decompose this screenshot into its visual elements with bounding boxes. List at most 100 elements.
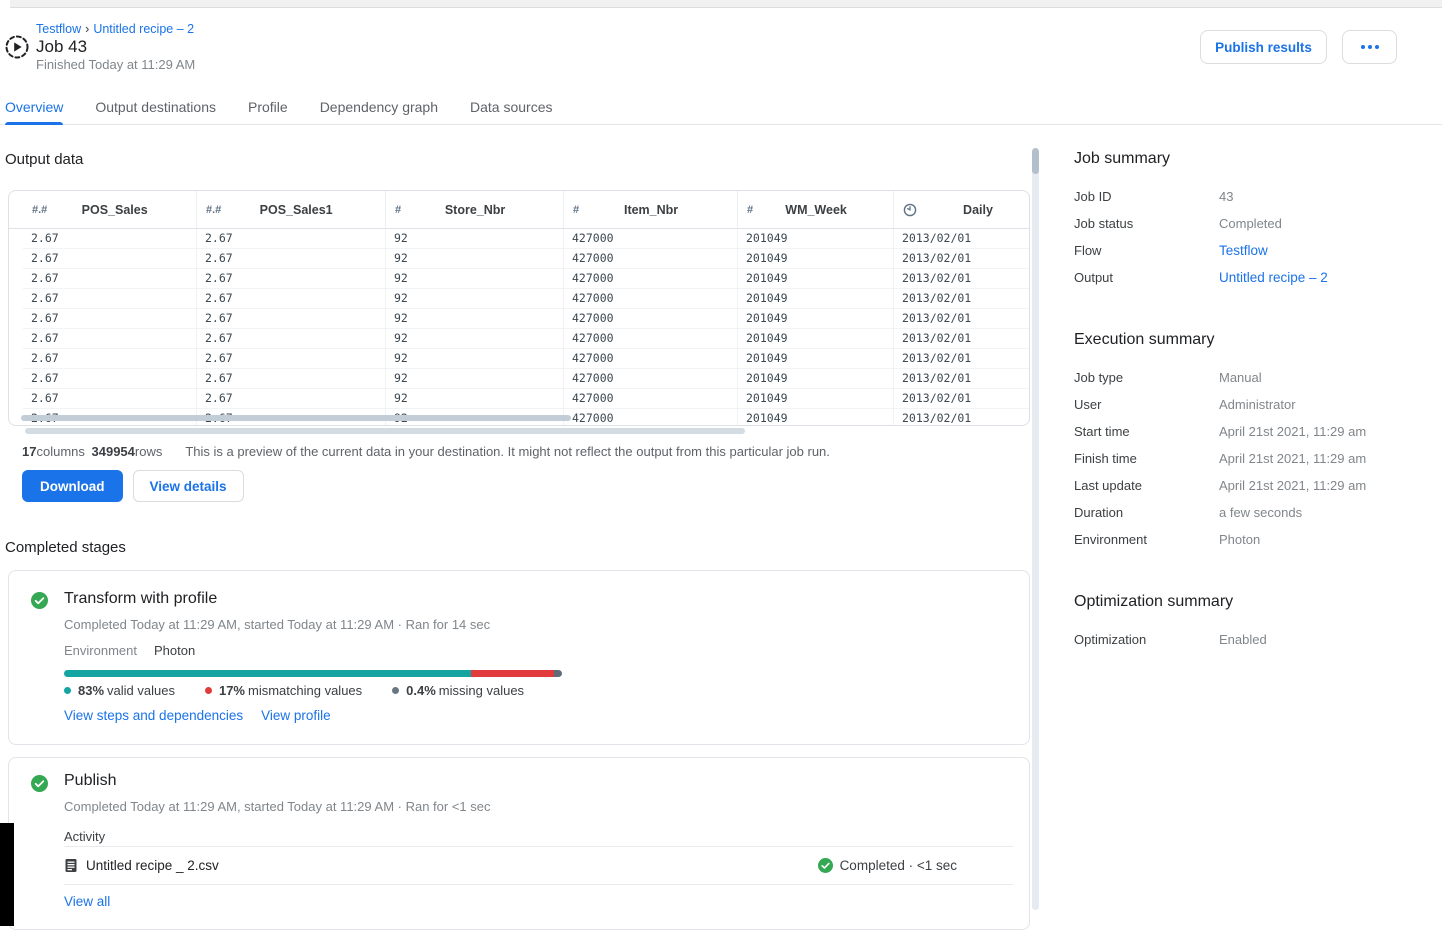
output-actions: Download View details <box>22 470 244 502</box>
table-cell: 2013/02/01 <box>894 409 1030 426</box>
table-row: 2.672.67924270002010492013/02/01 <box>23 269 1029 289</box>
view-profile-link[interactable]: View profile <box>261 708 331 723</box>
publish-results-button[interactable]: Publish results <box>1200 30 1327 64</box>
column-name: Item_Nbr <box>579 203 737 217</box>
view-steps-link[interactable]: View steps and dependencies <box>64 708 243 723</box>
column-header-pos-sales1: #.#POS_Sales1 <box>197 191 386 228</box>
table-cell: 2013/02/01 <box>894 289 1030 309</box>
table-cell: 2.67 <box>197 289 386 309</box>
completed-stages-heading: Completed stages <box>5 539 126 556</box>
summary-label: User <box>1074 397 1219 412</box>
column-name: POS_Sales1 <box>221 203 385 217</box>
tab-overview[interactable]: Overview <box>5 92 63 124</box>
activity-row: Untitled recipe _ 2.csv Completed · <1 s… <box>64 847 1013 885</box>
table-header-row: #.#POS_Sales#.#POS_Sales1#Store_Nbr#Item… <box>9 191 1029 229</box>
column-header-wm-week: #WM_Week <box>738 191 894 228</box>
section-heading: Job summary <box>1074 150 1414 168</box>
table-stats: 17columns 349954rows This is a preview o… <box>22 444 830 459</box>
table-row: 2.672.67924270002010492013/02/01 <box>23 309 1029 329</box>
table-cell: 2013/02/01 <box>894 349 1030 369</box>
table-cell: 92 <box>386 389 564 409</box>
stage-title: Publish <box>64 772 116 790</box>
bar-segment-valid <box>64 670 471 677</box>
table-cell: 427000 <box>564 249 738 269</box>
decimal-type-icon: #.# <box>32 204 47 216</box>
tab-dependency-graph[interactable]: Dependency graph <box>320 92 438 124</box>
table-row: 2.672.67924270002010492013/02/01 <box>23 349 1029 369</box>
table-cell: 427000 <box>564 369 738 389</box>
table-cell: 427000 <box>564 389 738 409</box>
table-cell: 201049 <box>738 269 894 289</box>
tab-bar: Overview Output destinations Profile Depend… <box>0 92 1442 125</box>
output-data-heading: Output data <box>5 151 83 168</box>
vertical-scrollbar-thumb[interactable] <box>1032 148 1039 174</box>
table-row: 2.672.67924270002010492013/02/01 <box>23 389 1029 409</box>
column-name: Store_Nbr <box>401 203 563 217</box>
table-cell: 2.67 <box>23 249 197 269</box>
job-status-running-icon <box>4 34 30 60</box>
view-details-button[interactable]: View details <box>133 470 244 502</box>
table-cell: 201049 <box>738 349 894 369</box>
summary-label: Output <box>1074 270 1219 285</box>
summary-value: Manual <box>1219 370 1262 385</box>
legend-dot-icon <box>392 687 399 694</box>
sidebar-section-execution-summary: Execution summaryJob typeManualUserAdmin… <box>1074 331 1414 559</box>
more-actions-button[interactable] <box>1342 30 1397 64</box>
activity-file: Untitled recipe _ 2.csv <box>64 858 219 873</box>
check-circle-icon <box>31 775 48 792</box>
table-cell: 2.67 <box>197 329 386 349</box>
bar-segment-missing <box>554 670 562 677</box>
summary-value: Administrator <box>1219 397 1296 412</box>
summary-row-duration: Durationa few seconds <box>1074 505 1414 532</box>
table-cell: 2.67 <box>197 389 386 409</box>
summary-row-user: UserAdministrator <box>1074 397 1414 424</box>
table-cell: 92 <box>386 269 564 289</box>
top-edge-strip <box>10 0 1442 8</box>
tab-data-sources[interactable]: Data sources <box>470 92 552 124</box>
tab-output-destinations[interactable]: Output destinations <box>95 92 216 124</box>
table-cell: 201049 <box>738 389 894 409</box>
summary-label: Job status <box>1074 216 1219 231</box>
output-preview-table: #.#POS_Sales#.#POS_Sales1#Store_Nbr#Item… <box>8 190 1030 426</box>
table-cell: 2.67 <box>197 309 386 329</box>
clock-icon <box>903 203 917 217</box>
panel-horizontal-scrollbar[interactable] <box>25 428 745 434</box>
file-icon <box>64 858 78 873</box>
summary-value-link[interactable]: Untitled recipe – 2 <box>1219 270 1328 285</box>
summary-label: Last update <box>1074 478 1219 493</box>
summary-label: Job type <box>1074 370 1219 385</box>
left-edge-black-bar <box>0 823 14 926</box>
table-cell: 427000 <box>564 349 738 369</box>
table-cell: 427000 <box>564 309 738 329</box>
table-cell: 2.67 <box>23 229 197 249</box>
download-button[interactable]: Download <box>22 470 123 502</box>
check-circle-icon <box>31 592 48 609</box>
quality-legend: 83%valid values17%mismatching values0.4%… <box>64 683 524 698</box>
check-circle-icon <box>818 858 833 873</box>
row-column-counts: 17columns 349954rows <box>22 444 165 459</box>
view-all-link[interactable]: View all <box>64 894 110 909</box>
table-cell: 2.67 <box>197 269 386 289</box>
vertical-scrollbar-track[interactable] <box>1032 150 1039 910</box>
summary-label: Environment <box>1074 532 1219 547</box>
table-horizontal-scrollbar[interactable] <box>21 415 571 421</box>
table-cell: 92 <box>386 229 564 249</box>
breadcrumb-recipe-link[interactable]: Untitled recipe – 2 <box>93 22 194 36</box>
summary-value-link[interactable]: Testflow <box>1219 243 1268 258</box>
tab-profile[interactable]: Profile <box>248 92 288 124</box>
column-name: WM_Week <box>753 203 893 217</box>
summary-label: Start time <box>1074 424 1219 439</box>
summary-row-finish-time: Finish timeApril 21st 2021, 11:29 am <box>1074 451 1414 478</box>
table-cell: 2013/02/01 <box>894 249 1030 269</box>
column-name: Daily <box>917 203 1030 217</box>
table-cell: 427000 <box>564 409 738 426</box>
activity-label: Activity <box>64 829 105 844</box>
table-cell: 201049 <box>738 369 894 389</box>
table-cell: 2.67 <box>23 369 197 389</box>
table-cell: 92 <box>386 329 564 349</box>
table-cell: 92 <box>386 289 564 309</box>
decimal-type-icon: #.# <box>206 204 221 216</box>
table-cell: 2013/02/01 <box>894 329 1030 349</box>
legend-dot-icon <box>64 687 71 694</box>
breadcrumb-flow-link[interactable]: Testflow <box>36 22 81 36</box>
